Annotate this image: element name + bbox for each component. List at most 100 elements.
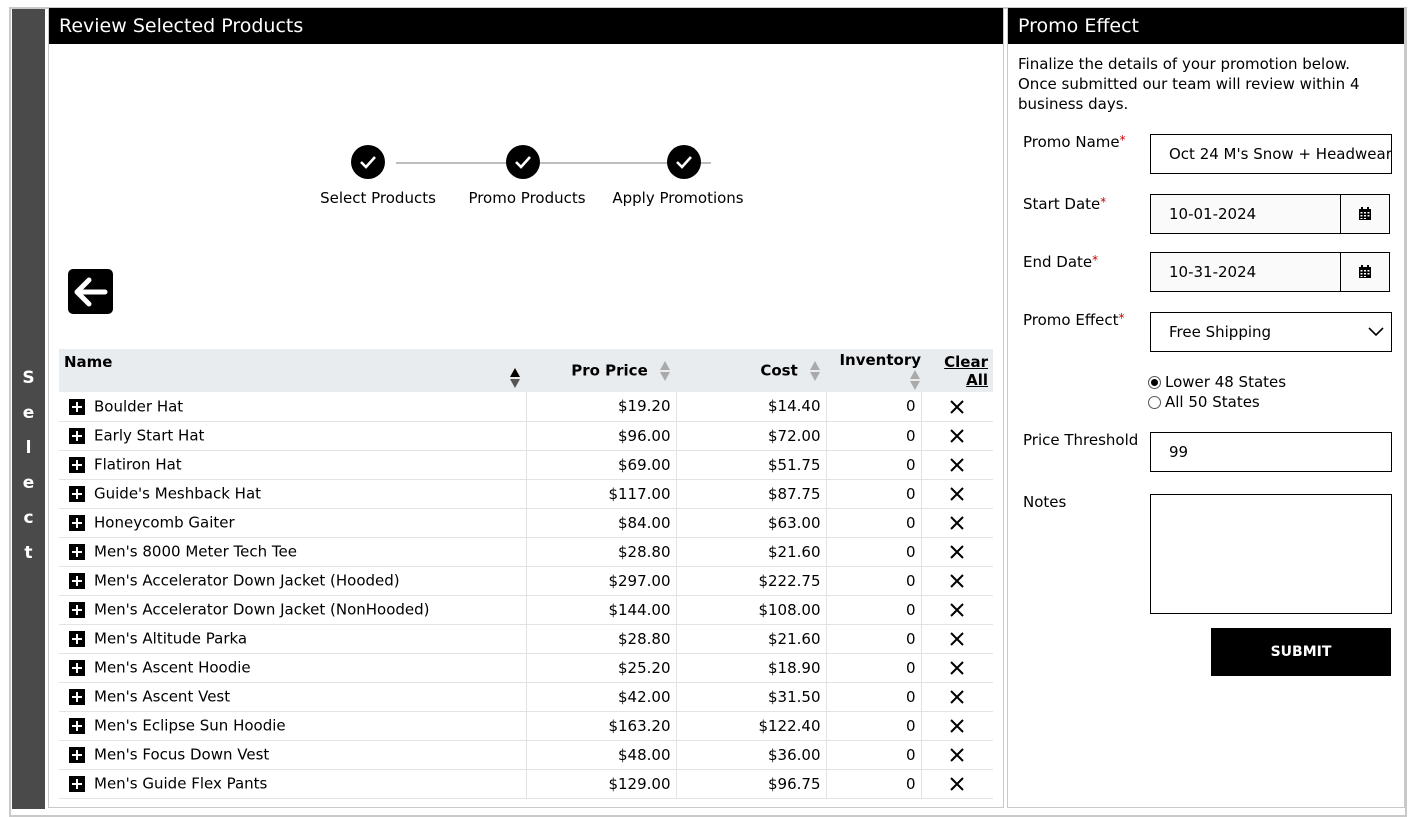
close-icon[interactable] [950, 516, 964, 530]
submit-button[interactable]: SUBMIT [1211, 628, 1391, 676]
col-header-cost[interactable]: Cost [676, 349, 826, 392]
inventory-cell: 0 [825, 421, 921, 451]
sort-asc-icon[interactable] [509, 367, 521, 389]
close-icon[interactable] [950, 719, 964, 733]
remove-cell [920, 624, 993, 654]
radio-lower-48[interactable]: Lower 48 States [1148, 373, 1286, 391]
table-row: Men's Ascent Hoodie $25.20 $18.90 0 [59, 653, 993, 683]
close-icon[interactable] [950, 748, 964, 762]
notes-textarea[interactable] [1150, 494, 1392, 614]
expand-plus-icon[interactable] [69, 659, 85, 676]
side-tab-select[interactable]: S e l e c t [12, 9, 45, 809]
inventory-cell: 0 [825, 595, 921, 625]
expand-plus-icon[interactable] [69, 543, 85, 560]
remove-cell [920, 421, 993, 451]
price-threshold-label: Price Threshold [1023, 431, 1139, 449]
products-table: Name Pro Price Cost Inventory Clear All … [59, 349, 993, 799]
product-name-cell: Early Start Hat [59, 421, 526, 451]
remove-cell [920, 711, 993, 741]
inventory-cell: 0 [825, 537, 921, 567]
cost-cell: $36.00 [675, 740, 826, 770]
close-icon[interactable] [950, 545, 964, 559]
remove-cell [920, 595, 993, 625]
cost-cell: $72.00 [675, 421, 826, 451]
calendar-icon[interactable] [1340, 195, 1389, 233]
product-name-cell: Flatiron Hat [59, 450, 526, 480]
remove-cell [920, 769, 993, 799]
close-icon[interactable] [950, 458, 964, 472]
end-date-input[interactable]: 10-31-2024 [1150, 252, 1390, 292]
notes-label: Notes [1023, 493, 1067, 511]
inventory-cell: 0 [825, 450, 921, 480]
close-icon[interactable] [950, 632, 964, 646]
pro-price-cell: $48.00 [525, 740, 676, 770]
expand-plus-icon[interactable] [69, 398, 85, 415]
sort-icon[interactable] [909, 369, 921, 391]
expand-plus-icon[interactable] [69, 485, 85, 502]
back-button[interactable] [68, 269, 113, 314]
side-tab-letter: e [22, 473, 35, 493]
close-icon[interactable] [950, 400, 964, 414]
inventory-cell: 0 [825, 682, 921, 712]
table-header-row: Name Pro Price Cost Inventory Clear All [59, 349, 993, 392]
expand-plus-icon[interactable] [69, 746, 85, 763]
expand-plus-icon[interactable] [69, 717, 85, 734]
radio-button-selected[interactable] [1148, 375, 1161, 389]
product-name: Men's 8000 Meter Tech Tee [94, 542, 297, 561]
sort-icon[interactable] [659, 360, 671, 382]
sort-icon[interactable] [809, 360, 821, 382]
side-tab-letter: e [22, 403, 35, 423]
required-mark: * [1100, 195, 1107, 209]
close-icon[interactable] [950, 429, 964, 443]
col-header-inventory[interactable]: Inventory [826, 349, 921, 392]
expand-plus-icon[interactable] [69, 427, 85, 444]
product-name: Men's Guide Flex Pants [94, 774, 268, 793]
close-icon[interactable] [950, 690, 964, 704]
start-date-value: 10-01-2024 [1169, 205, 1257, 223]
cost-cell: $14.40 [675, 392, 826, 422]
expand-plus-icon[interactable] [69, 775, 85, 792]
product-name: Early Start Hat [94, 426, 205, 445]
remove-cell [920, 392, 993, 422]
product-name: Men's Accelerator Down Jacket (NonHooded… [94, 600, 430, 619]
price-threshold-input[interactable]: 99 [1150, 432, 1392, 472]
product-name: Men's Eclipse Sun Hoodie [94, 716, 286, 735]
close-icon[interactable] [950, 603, 964, 617]
inventory-cell: 0 [825, 479, 921, 509]
calendar-icon[interactable] [1340, 253, 1389, 291]
product-name-cell: Guide's Meshback Hat [59, 479, 526, 509]
expand-plus-icon[interactable] [69, 630, 85, 647]
clear-all-link[interactable]: Clear All [921, 349, 993, 392]
product-name: Men's Ascent Hoodie [94, 658, 251, 677]
expand-plus-icon[interactable] [69, 572, 85, 589]
remove-cell [920, 479, 993, 509]
expand-plus-icon[interactable] [69, 514, 85, 531]
product-name-cell: Men's Guide Flex Pants [59, 769, 526, 799]
remove-cell [920, 508, 993, 538]
close-icon[interactable] [950, 487, 964, 501]
expand-plus-icon[interactable] [69, 688, 85, 705]
radio-button[interactable] [1148, 395, 1161, 409]
intro-text: Finalize the details of your promotion b… [1018, 55, 1360, 113]
expand-plus-icon[interactable] [69, 456, 85, 473]
expand-plus-icon[interactable] [69, 601, 85, 618]
close-icon[interactable] [950, 574, 964, 588]
remove-cell [920, 653, 993, 683]
start-date-input[interactable]: 10-01-2024 [1150, 194, 1390, 234]
promo-name-input[interactable]: Oct 24 M's Snow + Headwear [1150, 134, 1392, 174]
radio-all-50[interactable]: All 50 States [1148, 393, 1260, 411]
col-header-pro-price[interactable]: Pro Price [526, 349, 676, 392]
col-header-name[interactable]: Name [59, 349, 526, 392]
pro-price-cell: $144.00 [525, 595, 676, 625]
step-label-select-products: Select Products [320, 189, 436, 207]
inventory-cell: 0 [825, 624, 921, 654]
promo-effect-select[interactable]: Free Shipping [1150, 312, 1392, 352]
product-name-cell: Men's Ascent Hoodie [59, 653, 526, 683]
inventory-cell: 0 [825, 653, 921, 683]
product-name-cell: Boulder Hat [59, 392, 526, 422]
promo-effect-value: Free Shipping [1169, 323, 1272, 341]
cost-cell: $18.90 [675, 653, 826, 683]
close-icon[interactable] [950, 777, 964, 791]
close-icon[interactable] [950, 661, 964, 675]
product-name: Boulder Hat [94, 397, 184, 416]
